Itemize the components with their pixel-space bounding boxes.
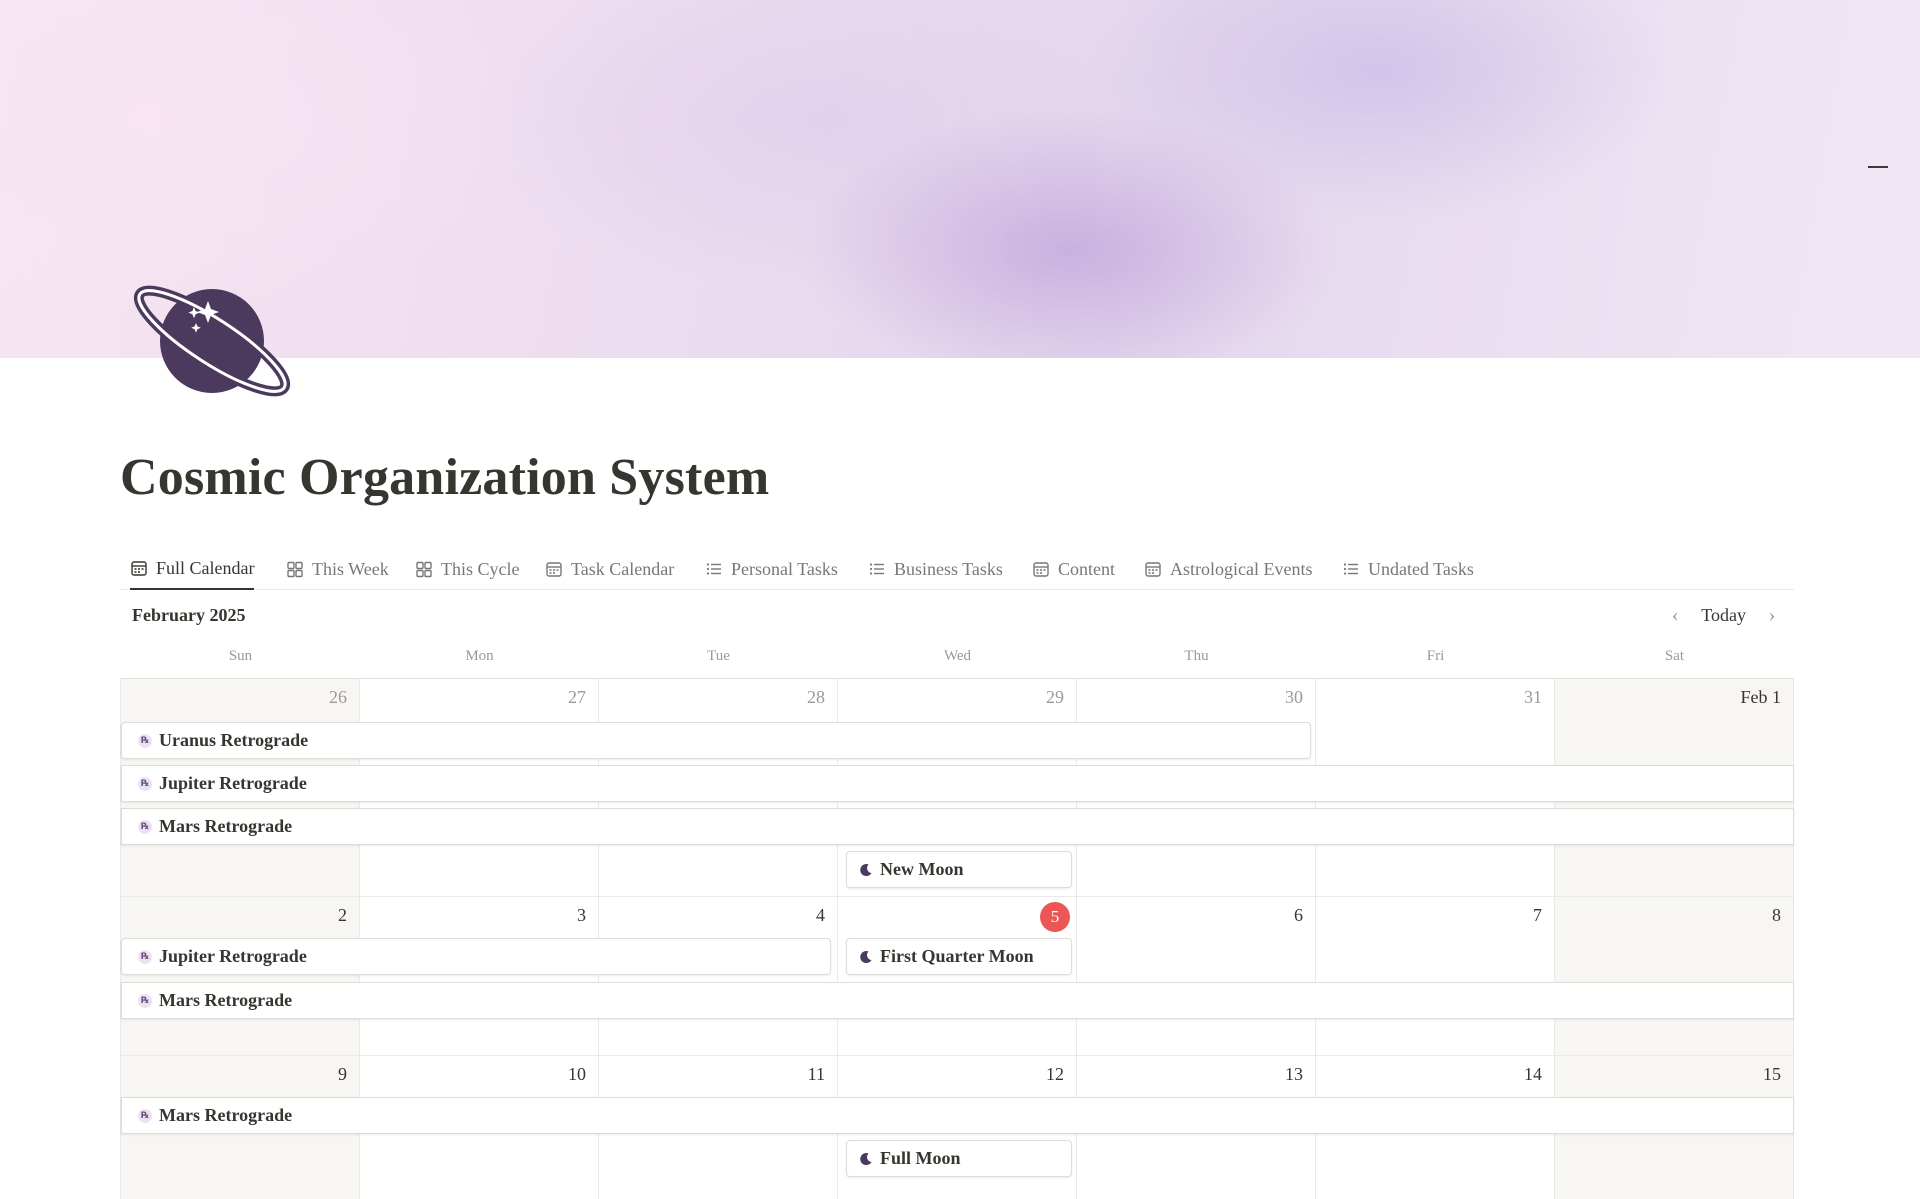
calendar-icon xyxy=(546,562,562,577)
today-button[interactable]: Today xyxy=(1701,605,1746,626)
calendar-day-cell[interactable]: 4 xyxy=(599,897,838,1056)
tab-task-calendar[interactable]: Task Calendar xyxy=(545,548,674,590)
list-icon xyxy=(1343,563,1358,575)
calendar-month-label: February 2025 xyxy=(132,605,246,625)
event-new-moon[interactable]: New Moon xyxy=(846,851,1072,888)
minimize-icon[interactable] xyxy=(1868,166,1888,168)
day-number: 14 xyxy=(1524,1064,1542,1084)
event-title: Jupiter Retrograde xyxy=(159,946,307,966)
today-date-badge: 5 xyxy=(1040,902,1070,932)
event-full-moon[interactable]: Full Moon xyxy=(846,1140,1072,1177)
tab-content[interactable]: Content xyxy=(1032,548,1115,590)
tab-personal-tasks[interactable]: Personal Tasks xyxy=(705,548,838,590)
event-title: Uranus Retrograde xyxy=(159,730,309,750)
gallery-icon xyxy=(287,561,303,578)
event-first-quarter-moon[interactable]: First Quarter Moon xyxy=(846,938,1072,975)
tab-astrological-events[interactable]: Astrological Events xyxy=(1144,548,1312,590)
chevron-right-icon[interactable]: › xyxy=(1760,603,1784,627)
calendar-icon xyxy=(131,561,147,576)
day-number: 29 xyxy=(1046,687,1064,707)
day-number: 8 xyxy=(1772,905,1781,925)
event-title: New Moon xyxy=(880,859,964,879)
tab-label: This Week xyxy=(312,558,389,579)
calendar-day-cell[interactable]: 6 xyxy=(1077,897,1316,1056)
list-icon xyxy=(869,563,884,575)
retrograde-icon: ℞ xyxy=(138,733,152,748)
tab-this-cycle[interactable]: This Cycle xyxy=(415,548,520,590)
weekday-header: Wed xyxy=(943,648,972,664)
tab-label: Astrological Events xyxy=(1170,558,1313,579)
day-number: 6 xyxy=(1294,905,1303,925)
tab-this-week[interactable]: This Week xyxy=(286,548,389,590)
day-number: 2 xyxy=(338,905,347,925)
event-title: Mars Retrograde xyxy=(159,1105,293,1125)
day-number: 11 xyxy=(807,1064,825,1084)
calendar-navigation: ‹ Today › xyxy=(1663,603,1784,627)
weekday-header: Sat xyxy=(1664,648,1685,664)
tab-label: Task Calendar xyxy=(571,558,675,579)
weekday-header: Sun xyxy=(228,648,253,664)
day-number: 15 xyxy=(1763,1064,1781,1084)
view-tabs: Full Calendar This Week This Cycle Task … xyxy=(120,548,1794,590)
retrograde-icon: ℞ xyxy=(138,776,152,791)
day-number: 31 xyxy=(1524,687,1542,707)
day-number: 30 xyxy=(1285,687,1303,707)
calendar-icon xyxy=(1145,562,1161,577)
tab-full-calendar[interactable]: Full Calendar xyxy=(130,548,255,590)
event-title: Mars Retrograde xyxy=(159,990,293,1010)
ringed-planet-icon[interactable] xyxy=(130,285,296,401)
day-number: 3 xyxy=(577,905,586,925)
weekday-header: Tue xyxy=(707,648,730,664)
calendar-grid: 26 27 28 29 30 31 Feb 1 2 3 4 5 6 7 8 9 … xyxy=(120,678,1794,1199)
event-jupiter-retrograde[interactable]: ℞ Jupiter Retrograde xyxy=(121,938,831,975)
tab-label: Full Calendar xyxy=(156,557,255,578)
tab-label: This Cycle xyxy=(441,558,520,579)
tab-undated-tasks[interactable]: Undated Tasks xyxy=(1342,548,1474,590)
moon-icon xyxy=(859,863,873,877)
weekday-header: Fri xyxy=(1426,648,1445,664)
event-jupiter-retrograde[interactable]: ℞ Jupiter Retrograde xyxy=(121,765,1794,802)
retrograde-icon: ℞ xyxy=(138,819,152,834)
event-title: Mars Retrograde xyxy=(159,816,293,836)
day-number: 28 xyxy=(807,687,825,707)
day-number: 26 xyxy=(329,687,347,707)
event-title: Jupiter Retrograde xyxy=(159,773,307,793)
list-icon xyxy=(706,563,721,575)
calendar-day-cell[interactable]: 3 xyxy=(360,897,599,1056)
calendar-day-cell[interactable]: 7 xyxy=(1316,897,1555,1056)
event-mars-retrograde[interactable]: ℞ Mars Retrograde xyxy=(121,982,1794,1019)
gallery-icon xyxy=(416,561,432,578)
chevron-left-icon[interactable]: ‹ xyxy=(1663,603,1687,627)
day-number: 7 xyxy=(1533,905,1542,925)
tab-label: Business Tasks xyxy=(894,558,1003,579)
day-number: 12 xyxy=(1046,1064,1064,1084)
retrograde-icon: ℞ xyxy=(138,993,152,1008)
tab-business-tasks[interactable]: Business Tasks xyxy=(868,548,1003,590)
tab-label: Undated Tasks xyxy=(1368,558,1474,579)
moon-icon xyxy=(859,950,873,964)
tab-label: Content xyxy=(1058,558,1115,579)
event-mars-retrograde[interactable]: ℞ Mars Retrograde xyxy=(121,808,1794,845)
event-title: Full Moon xyxy=(880,1148,961,1168)
day-number: 4 xyxy=(816,905,825,925)
event-mars-retrograde[interactable]: ℞ Mars Retrograde xyxy=(121,1097,1794,1134)
calendar-day-cell[interactable]: 8 xyxy=(1555,897,1794,1056)
day-number: 27 xyxy=(568,687,586,707)
retrograde-icon: ℞ xyxy=(138,1108,152,1123)
day-number: Feb 1 xyxy=(1740,687,1782,707)
day-number: 13 xyxy=(1285,1064,1303,1084)
tab-label: Personal Tasks xyxy=(731,558,838,579)
day-number: 9 xyxy=(338,1064,347,1084)
moon-icon xyxy=(859,1152,873,1166)
day-number: 10 xyxy=(568,1064,586,1084)
calendar-icon xyxy=(1033,562,1049,577)
event-uranus-retrograde[interactable]: ℞ Uranus Retrograde xyxy=(121,722,1311,759)
page-title: Cosmic Organization System xyxy=(120,449,770,506)
weekday-header: Mon xyxy=(465,648,494,664)
retrograde-icon: ℞ xyxy=(138,949,152,964)
calendar-day-cell[interactable]: 2 xyxy=(120,897,360,1056)
calendar-day-cell-today[interactable]: 5 xyxy=(838,897,1077,1056)
weekday-header: Thu xyxy=(1184,648,1209,664)
event-title: First Quarter Moon xyxy=(880,946,1034,966)
